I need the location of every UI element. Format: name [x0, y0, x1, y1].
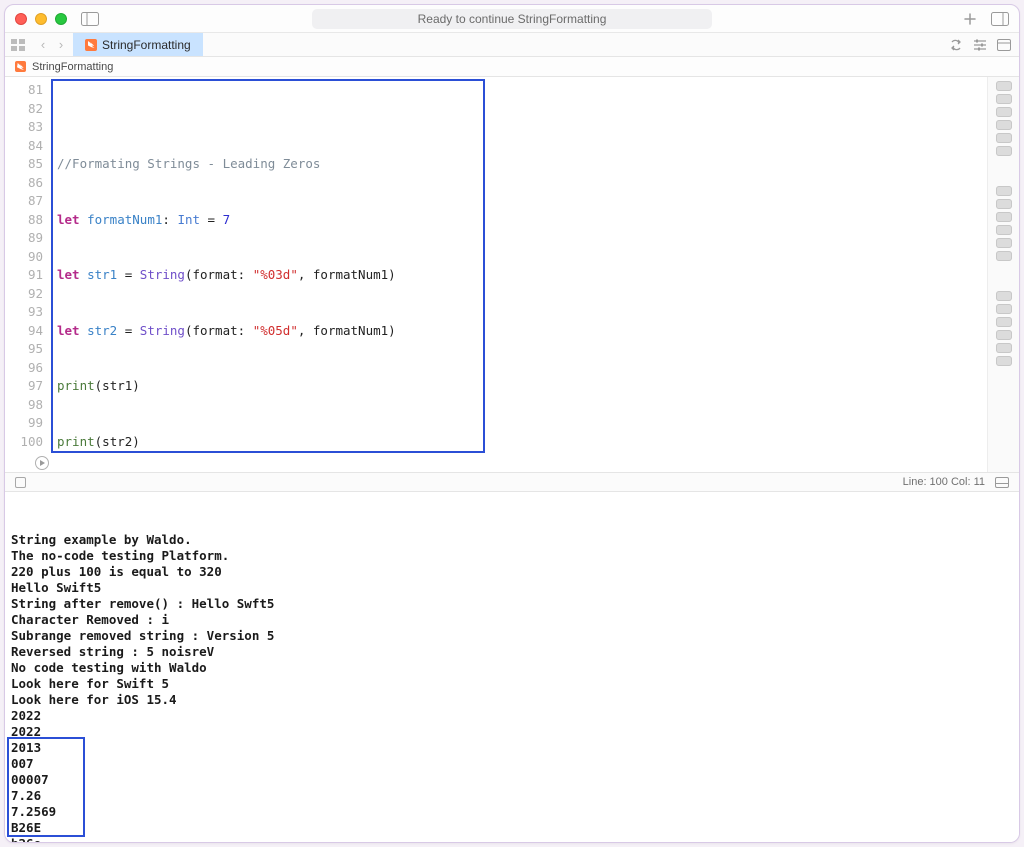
line-number: 95 [5, 340, 43, 359]
line-number: 88 [5, 211, 43, 230]
nav-forward-button[interactable]: › [53, 37, 69, 52]
result-marker[interactable] [996, 212, 1012, 222]
debug-area-toggle-icon[interactable] [995, 477, 1009, 488]
console-line: 2022 [11, 708, 1013, 724]
minimize-window-button[interactable] [35, 13, 47, 25]
result-marker[interactable] [996, 107, 1012, 117]
line-number: 98 [5, 396, 43, 415]
breadcrumb[interactable]: StringFormatting [5, 57, 1019, 77]
run-line-button[interactable] [35, 456, 49, 470]
result-marker[interactable] [996, 199, 1012, 209]
zoom-window-button[interactable] [55, 13, 67, 25]
tab-bar: ‹ › StringFormatting [5, 33, 1019, 57]
console-line: The no-code testing Platform. [11, 548, 1013, 564]
result-marker[interactable] [996, 356, 1012, 366]
sidebar-toggle-icon[interactable] [81, 12, 99, 26]
line-number: 87 [5, 192, 43, 211]
run-status-pill[interactable]: Ready to continue StringFormatting [312, 9, 712, 29]
add-icon[interactable] [963, 12, 977, 26]
result-sidebar[interactable] [987, 77, 1019, 472]
result-marker[interactable] [996, 251, 1012, 261]
result-marker[interactable] [996, 146, 1012, 156]
line-number: 96 [5, 359, 43, 378]
console-line: Reversed string : 5 noisreV [11, 644, 1013, 660]
editor-status-bar: Line: 100 Col: 11 [5, 472, 1019, 492]
line-number: 89 [5, 229, 43, 248]
line-number: 94 [5, 322, 43, 341]
line-number: 97 [5, 377, 43, 396]
console-line: 7.2569 [11, 804, 1013, 820]
line-number: 84 [5, 137, 43, 156]
console-line: 00007 [11, 772, 1013, 788]
line-number: 85 [5, 155, 43, 174]
console-line: String example by Waldo. [11, 532, 1013, 548]
result-marker[interactable] [996, 238, 1012, 248]
result-marker[interactable] [996, 225, 1012, 235]
result-marker[interactable] [996, 317, 1012, 327]
console-line: Subrange removed string : Version 5 [11, 628, 1013, 644]
console-line: No code testing with Waldo [11, 660, 1013, 676]
line-number: 93 [5, 303, 43, 322]
result-marker[interactable] [996, 94, 1012, 104]
console-line: 2022 [11, 724, 1013, 740]
console-line: Hello Swift5 [11, 580, 1013, 596]
console-line: 007 [11, 756, 1013, 772]
console-line: b26e [11, 836, 1013, 843]
console-line: String after remove() : Hello Swft5 [11, 596, 1013, 612]
debug-console[interactable]: String example by Waldo.The no-code test… [5, 492, 1019, 842]
close-window-button[interactable] [15, 13, 27, 25]
line-number: 92 [5, 285, 43, 304]
line-number: 81 [5, 81, 43, 100]
line-number: 82 [5, 100, 43, 119]
result-marker[interactable] [996, 330, 1012, 340]
refresh-icon[interactable] [949, 39, 963, 51]
result-marker[interactable] [996, 291, 1012, 301]
result-marker[interactable] [996, 343, 1012, 353]
traffic-lights [15, 13, 67, 25]
console-line: Look here for Swift 5 [11, 676, 1013, 692]
result-marker[interactable] [996, 186, 1012, 196]
breadcrumb-file: StringFormatting [32, 61, 113, 73]
tab-stringformatting[interactable]: StringFormatting [73, 33, 203, 56]
console-line: 220 plus 100 is equal to 320 [11, 564, 1013, 580]
cursor-position-label: Line: 100 Col: 11 [903, 476, 985, 488]
line-gutter: 8182838485868788899091929394959697989910… [5, 77, 51, 472]
code-token: //Formating Strings - Leading Zeros [57, 156, 320, 171]
line-number: 99 [5, 414, 43, 433]
result-marker[interactable] [996, 304, 1012, 314]
result-marker[interactable] [996, 120, 1012, 130]
right-sidebar-toggle-icon[interactable] [991, 12, 1009, 26]
related-items-icon[interactable] [11, 39, 25, 51]
result-marker[interactable] [996, 81, 1012, 91]
xcode-window: Ready to continue StringFormatting ‹ › S… [4, 4, 1020, 843]
console-line: Look here for iOS 15.4 [11, 692, 1013, 708]
line-number: 91 [5, 266, 43, 285]
line-number: 83 [5, 118, 43, 137]
adjust-editor-icon[interactable] [973, 39, 987, 51]
console-line: Character Removed : i [11, 612, 1013, 628]
editor-split-icon[interactable] [997, 39, 1011, 51]
editor-area: 8182838485868788899091929394959697989910… [5, 77, 1019, 472]
tab-label: StringFormatting [102, 38, 191, 52]
nav-back-button[interactable]: ‹ [35, 37, 51, 52]
line-number: 86 [5, 174, 43, 193]
console-line: B26E [11, 820, 1013, 836]
swift-file-icon [85, 39, 97, 51]
result-marker[interactable] [996, 133, 1012, 143]
console-line: 7.26 [11, 788, 1013, 804]
swift-file-icon [15, 61, 26, 72]
code-body[interactable]: //Formating Strings - Leading Zeros let … [51, 77, 987, 472]
run-status-text: Ready to continue StringFormatting [418, 12, 607, 26]
code-editor[interactable]: 8182838485868788899091929394959697989910… [5, 77, 1019, 472]
titlebar: Ready to continue StringFormatting [5, 5, 1019, 33]
line-number: 90 [5, 248, 43, 267]
console-toggle-icon[interactable] [15, 477, 26, 488]
console-line: 2013 [11, 740, 1013, 756]
line-number: 100 [5, 433, 43, 452]
